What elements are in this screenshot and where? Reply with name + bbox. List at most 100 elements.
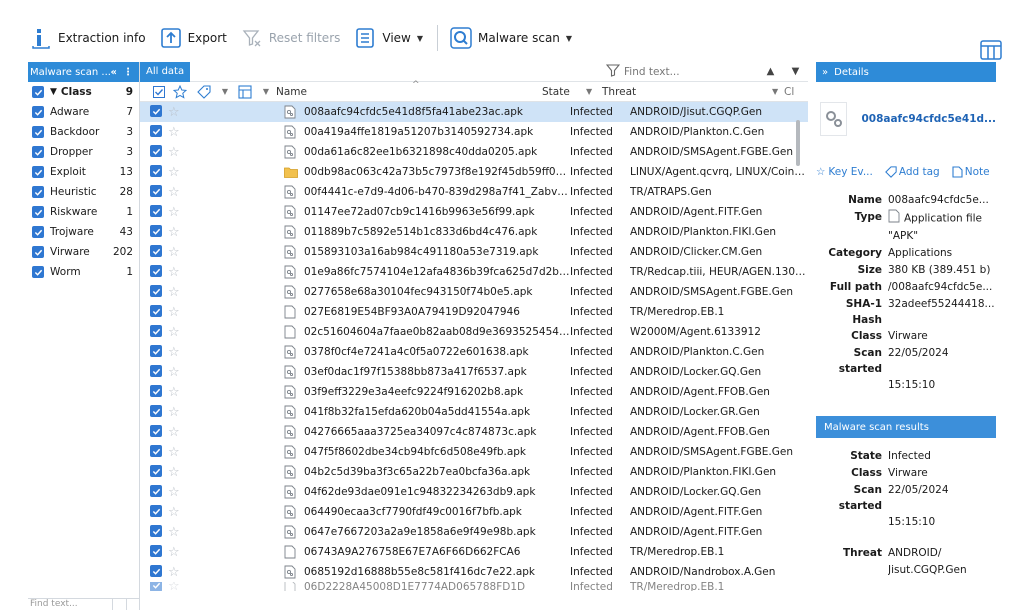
table-row[interactable]: ☆ 015893103a16ab984c491180a53e7319.apk Inf…	[140, 242, 808, 262]
checkbox-checked-icon[interactable]	[32, 126, 44, 138]
star-icon[interactable]: ☆	[168, 245, 192, 260]
star-icon[interactable]: ☆	[168, 565, 192, 580]
table-row[interactable]: ☆ 01e9a86fc7574104e12afa4836b39fca625d7d2…	[140, 262, 808, 282]
export-button[interactable]: Export	[160, 22, 227, 54]
checkbox-checked-icon[interactable]	[150, 445, 162, 458]
table-row[interactable]: ☆ 0647e7667203a2a9e1858a6e9f49e98b.apk Inf…	[140, 522, 808, 542]
vertical-scrollbar[interactable]	[796, 120, 800, 166]
star-icon[interactable]: ☆	[168, 305, 192, 320]
table-row[interactable]: ☆ 03f9eff3229e3a4eefc9224f916202b8.apk Inf…	[140, 382, 808, 402]
table-row[interactable]: ☆ 0277658e68a30104fec943150f74b0e5.apk Inf…	[140, 282, 808, 302]
star-icon[interactable]: ☆	[168, 145, 192, 160]
star-icon[interactable]: ☆	[168, 485, 192, 500]
table-row[interactable]: ☆ 03ef0dac1f97f15388bb873a417f6537.apk Inf…	[140, 362, 808, 382]
star-icon[interactable]: ☆	[168, 125, 192, 140]
table-row[interactable]: ☆ 00a419a4ffe1819a51207b3140592734.apk Inf…	[140, 122, 808, 142]
star-icon[interactable]: ☆	[168, 365, 192, 380]
checkbox-checked-icon[interactable]	[150, 325, 162, 338]
table-row[interactable]: ☆ 01147ee72ad07cb9c1416b9963e56f99.apk Inf…	[140, 202, 808, 222]
table-row[interactable]: ☆ 00db98ac063c42a73b5c7973f8e192f45db59ff…	[140, 162, 808, 182]
checkbox-checked-icon[interactable]	[32, 166, 44, 178]
star-icon[interactable]: ☆	[168, 105, 192, 120]
checkbox-checked-icon[interactable]	[150, 385, 162, 398]
malware-scan-dropdown[interactable]: Malware scan ▼	[450, 22, 572, 54]
checkbox-checked-icon[interactable]	[150, 525, 162, 538]
chevron-down-icon[interactable]: ▼	[586, 87, 602, 96]
chevron-down-icon[interactable]: ▼	[772, 87, 784, 96]
filter-footer-button[interactable]	[126, 599, 140, 610]
star-icon[interactable]: ☆	[168, 225, 192, 240]
checkbox-checked-icon[interactable]	[32, 186, 44, 198]
checkbox-checked-icon[interactable]	[32, 106, 44, 118]
find-previous-icon[interactable]: ▲	[767, 66, 775, 77]
checkbox-checked-icon[interactable]	[150, 485, 162, 498]
class-group-header[interactable]: ▼ Class 9	[28, 82, 139, 102]
chevron-down-icon[interactable]: ▼	[256, 87, 276, 96]
column-threat-header[interactable]: Threat	[602, 86, 772, 98]
star-icon[interactable]: ☆	[168, 525, 192, 540]
table-row[interactable]: ☆ 047f5f8602dbe34cb94bfc6d508e49fb.apk Inf…	[140, 442, 808, 462]
class-filter-item[interactable]: Backdoor 3	[28, 122, 139, 142]
note-button[interactable]: Note	[952, 166, 996, 178]
layout-panels-button[interactable]	[980, 40, 1002, 60]
star-icon[interactable]: ☆	[168, 582, 192, 591]
filter-footer-button[interactable]	[112, 599, 126, 610]
chevron-down-icon[interactable]: ▼	[216, 87, 234, 96]
checkbox-checked-icon[interactable]	[150, 165, 162, 178]
star-icon[interactable]: ☆	[168, 445, 192, 460]
table-row[interactable]: ☆ 04276665aaa3725ea34097c4c874873c.apk Inf…	[140, 422, 808, 442]
star-icon[interactable]: ☆	[168, 505, 192, 520]
reset-filters-button[interactable]: Reset filters	[241, 22, 340, 54]
grid-find-box[interactable]: Find text...	[605, 63, 756, 81]
star-icon[interactable]: ☆	[168, 285, 192, 300]
star-icon[interactable]: ☆	[168, 165, 192, 180]
table-row[interactable]: ☆ 0685192d16888b55e8c581f416dc7e22.apk Inf…	[140, 562, 808, 582]
star-column-icon[interactable]	[168, 84, 192, 99]
add-tag-button[interactable]: Add tag	[884, 166, 946, 178]
class-filter-item[interactable]: Riskware 1	[28, 202, 139, 222]
checkbox-checked-icon[interactable]	[150, 105, 162, 118]
table-row[interactable]: ☆ 06D2228A45008D1E7774AD065788FD1D Infecte…	[140, 582, 808, 591]
star-icon[interactable]: ☆	[168, 325, 192, 340]
checkbox-checked-icon[interactable]	[150, 582, 162, 591]
checkbox-checked-icon[interactable]	[150, 145, 162, 158]
checkbox-checked-icon[interactable]	[150, 425, 162, 438]
collapse-panel-icon[interactable]: «	[111, 67, 117, 78]
class-filter-item[interactable]: Exploit 13	[28, 162, 139, 182]
table-row[interactable]: ☆ 00da61a6c82ee1b6321898c40dda0205.apk Inf…	[140, 142, 808, 162]
table-row[interactable]: ☆ 02c51604604a7faae0b82aab08d9e3693525454…	[140, 322, 808, 342]
more-options-icon[interactable]: ⋮	[123, 67, 133, 78]
column-state-header[interactable]: State	[542, 86, 586, 98]
checkbox-checked-icon[interactable]	[150, 125, 162, 138]
table-row[interactable]: ☆ 04b2c5d39ba3f3c65a22b7ea0bcfa36a.apk Inf…	[140, 462, 808, 482]
table-row[interactable]: ☆ 041f8b32fa15efda620b04a5dd41554a.apk Inf…	[140, 402, 808, 422]
class-filter-item[interactable]: Dropper 3	[28, 142, 139, 162]
checkbox-checked-icon[interactable]	[150, 265, 162, 278]
key-evidence-button[interactable]: ☆ Key Ev...	[816, 166, 879, 178]
class-filter-item[interactable]: Heuristic 28	[28, 182, 139, 202]
checkbox-checked-icon[interactable]	[32, 146, 44, 158]
checkbox-checked-icon[interactable]	[150, 245, 162, 258]
table-row[interactable]: ☆ 0378f0cf4e7241a4c0f5a0722e601638.apk Inf…	[140, 342, 808, 362]
checkbox-checked-icon[interactable]	[32, 86, 44, 98]
checkbox-checked-icon[interactable]	[150, 285, 162, 298]
checkbox-checked-icon[interactable]	[150, 405, 162, 418]
checkbox-checked-icon[interactable]	[150, 465, 162, 478]
tab-all-data[interactable]: All data	[140, 61, 191, 82]
tag-column-icon[interactable]	[192, 84, 216, 99]
table-row[interactable]: ☆ 00f4441c-e7d9-4d06-b470-839d298a7f41_Za…	[140, 182, 808, 202]
star-icon[interactable]: ☆	[168, 345, 192, 360]
checkbox-checked-icon[interactable]	[150, 505, 162, 518]
checkbox-checked-icon[interactable]	[150, 545, 162, 558]
class-filter-item[interactable]: Worm 1	[28, 262, 139, 282]
class-filter-item[interactable]: Adware 7	[28, 102, 139, 122]
star-icon[interactable]: ☆	[168, 545, 192, 560]
star-icon[interactable]: ☆	[168, 185, 192, 200]
chevron-down-icon[interactable]: ▼	[50, 87, 57, 97]
star-icon[interactable]: ☆	[168, 265, 192, 280]
checkbox-checked-icon[interactable]	[150, 345, 162, 358]
checkbox-checked-icon[interactable]	[32, 246, 44, 258]
checkbox-checked-icon[interactable]	[150, 305, 162, 318]
star-icon[interactable]: ☆	[168, 465, 192, 480]
star-icon[interactable]: ☆	[168, 425, 192, 440]
